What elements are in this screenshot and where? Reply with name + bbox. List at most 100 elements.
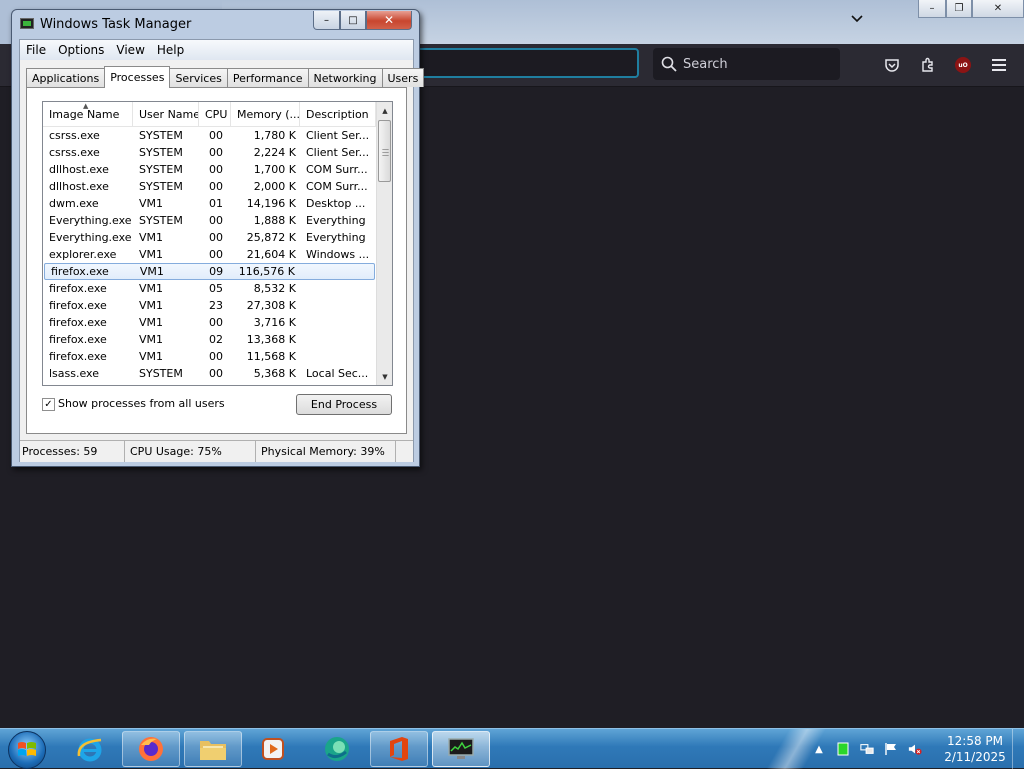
minimize-button[interactable]: –	[313, 11, 340, 30]
firefox-window-controls: – ❐ ✕	[918, 0, 1024, 18]
list-all-tabs-icon[interactable]	[850, 12, 866, 28]
table-row[interactable]: explorer.exe VM1 00 21,604 K Windows ...	[43, 246, 376, 263]
process-list[interactable]: ▲ Image Name User Name CPU Memory (... D…	[42, 101, 393, 386]
end-process-button[interactable]: End Process	[296, 394, 392, 415]
show-desktop-button[interactable]	[1012, 729, 1024, 769]
process-cpu: 00	[209, 214, 223, 227]
scroll-down-icon[interactable]: ▼	[377, 368, 392, 385]
show-all-users-label[interactable]: Show processes from all users	[58, 397, 225, 410]
table-row[interactable]: firefox.exe VM1 09 116,576 K	[44, 263, 375, 280]
pocket-icon[interactable]	[881, 54, 903, 76]
table-row[interactable]: firefox.exe VM1 00 11,568 K	[43, 348, 376, 365]
process-user-name: SYSTEM	[139, 214, 183, 227]
search-icon	[661, 56, 677, 72]
show-hidden-icons-icon[interactable]: ▲	[812, 742, 826, 756]
process-image-name: firefox.exe	[49, 333, 107, 346]
edge-icon	[325, 737, 349, 761]
close-button[interactable]: ✕	[366, 11, 412, 30]
volume-muted-icon[interactable]	[908, 742, 922, 756]
firefox-search-box[interactable]: Search	[653, 48, 840, 80]
table-row[interactable]: Everything.exe VM1 00 25,872 K Everything	[43, 229, 376, 246]
battery-status-icon[interactable]	[836, 742, 850, 756]
column-header-memory[interactable]: Memory (...	[231, 102, 300, 126]
table-row[interactable]: csrss.exe SYSTEM 00 2,224 K Client Ser...	[43, 144, 376, 161]
process-cpu: 05	[209, 282, 223, 295]
table-row[interactable]: firefox.exe VM1 02 13,368 K	[43, 331, 376, 348]
table-row[interactable]: lsass.exe SYSTEM 00 5,368 K Local Sec...	[43, 365, 376, 382]
menu-file[interactable]: File	[20, 43, 52, 57]
firefox-maximize-button[interactable]: ❐	[946, 0, 972, 18]
taskbar-edge-app[interactable]	[308, 731, 366, 767]
process-description: Everything	[306, 214, 366, 227]
menu-view[interactable]: View	[110, 43, 150, 57]
tab-networking[interactable]: Networking	[307, 68, 383, 87]
process-cpu: 00	[209, 231, 223, 244]
taskbar-media-player[interactable]	[244, 731, 302, 767]
taskbar-internet-explorer[interactable]	[61, 731, 119, 767]
column-header-user-name[interactable]: User Name	[133, 102, 199, 126]
ie-icon	[77, 738, 102, 762]
table-row[interactable]: dllhost.exe SYSTEM 00 1,700 K COM Surr...	[43, 161, 376, 178]
process-description: Client Ser...	[306, 146, 370, 159]
tab-processes[interactable]: Processes	[104, 66, 171, 88]
menu-help[interactable]: Help	[151, 43, 190, 57]
sort-ascending-icon: ▲	[83, 102, 89, 110]
firefox-url-bar[interactable]	[415, 48, 639, 78]
clock[interactable]: 12:58 PM 2/11/2025	[940, 733, 1010, 765]
task-manager-app-icon	[20, 18, 34, 29]
network-icon[interactable]	[860, 742, 874, 756]
menu-options[interactable]: Options	[52, 43, 110, 57]
office-icon	[390, 737, 408, 761]
extensions-icon[interactable]	[917, 54, 939, 76]
process-user-name: VM1	[139, 299, 164, 312]
maximize-button[interactable]: □	[340, 11, 366, 30]
show-all-users-checkbox[interactable]: ✓	[42, 398, 55, 411]
task-manager-window: Windows Task Manager – □ ✕ File Options …	[11, 9, 425, 467]
action-center-flag-icon[interactable]	[884, 742, 898, 756]
table-row[interactable]: dllhost.exe SYSTEM 00 2,000 K COM Surr...	[43, 178, 376, 195]
menu-bar: File Options View Help	[20, 40, 413, 60]
column-header-image-name[interactable]: ▲ Image Name	[43, 102, 133, 126]
process-cpu: 00	[209, 180, 223, 193]
process-user-name: SYSTEM	[139, 180, 183, 193]
folder-icon	[200, 741, 226, 760]
tab-strip: Applications Processes Services Performa…	[26, 65, 425, 88]
taskbar: ▲ 12:58 PM 2/11/2025	[0, 728, 1024, 769]
process-list-scrollbar[interactable]: ▲ — — — ▼	[376, 102, 392, 385]
tab-users[interactable]: Users	[381, 68, 425, 87]
process-user-name: VM1	[139, 316, 164, 329]
task-manager-title-bar[interactable]: Windows Task Manager – □ ✕	[12, 10, 419, 36]
tab-applications[interactable]: Applications	[26, 68, 106, 87]
ublock-origin-icon[interactable]: uO	[952, 54, 974, 76]
process-user-name: SYSTEM	[139, 146, 183, 159]
scroll-up-icon[interactable]: ▲	[377, 102, 392, 119]
firefox-close-button[interactable]: ✕	[972, 0, 1024, 18]
taskbar-office[interactable]	[370, 731, 428, 767]
start-button[interactable]	[8, 731, 46, 769]
scrollbar-thumb[interactable]: — — —	[378, 120, 391, 182]
scrollbar-grip-icon: — — —	[382, 145, 389, 159]
table-row[interactable]: csrss.exe SYSTEM 00 1,780 K Client Ser...	[43, 127, 376, 144]
column-header-description[interactable]: Description	[300, 102, 376, 126]
column-header-cpu[interactable]: CPU	[199, 102, 231, 126]
hamburger-menu-icon[interactable]	[988, 54, 1010, 76]
system-tray: ▲	[812, 729, 932, 769]
taskbar-firefox[interactable]	[122, 731, 180, 767]
process-image-name: Everything.exe	[49, 231, 132, 244]
table-row[interactable]: dwm.exe VM1 01 14,196 K Desktop ...	[43, 195, 376, 212]
tab-services[interactable]: Services	[169, 68, 228, 87]
table-row[interactable]: firefox.exe VM1 23 27,308 K	[43, 297, 376, 314]
process-memory: 11,568 K	[246, 350, 296, 363]
firefox-minimize-button[interactable]: –	[918, 0, 946, 18]
taskbar-file-explorer[interactable]	[184, 731, 242, 767]
table-row[interactable]: firefox.exe VM1 00 3,716 K	[43, 314, 376, 331]
table-row[interactable]: Everything.exe SYSTEM 00 1,888 K Everything	[43, 212, 376, 229]
tab-performance[interactable]: Performance	[226, 68, 309, 87]
process-memory: 3,716 K	[253, 316, 296, 329]
process-image-name: firefox.exe	[49, 299, 107, 312]
process-image-name: firefox.exe	[49, 316, 107, 329]
taskbar-task-manager[interactable]	[432, 731, 490, 767]
clock-time: 12:58 PM	[947, 734, 1003, 748]
table-row[interactable]: firefox.exe VM1 05 8,532 K	[43, 280, 376, 297]
search-placeholder: Search	[683, 56, 728, 72]
